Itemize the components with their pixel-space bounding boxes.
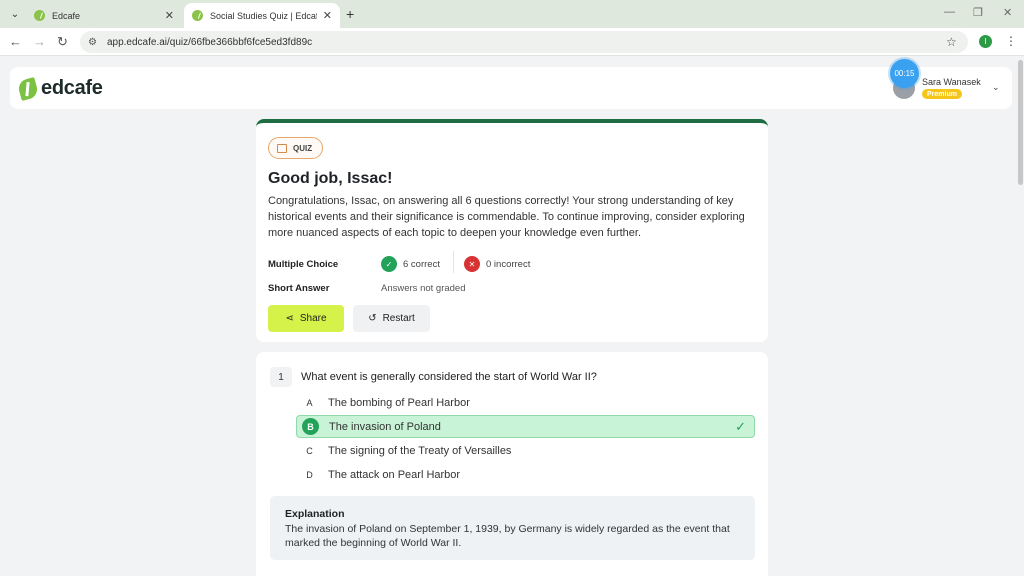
quiz-result-card: QUIZ Good job, Issac! Congratulations, I…	[256, 119, 768, 342]
incorrect-count: ✕ 0 incorrect	[464, 256, 530, 272]
option-text: The bombing of Pearl Harbor	[328, 396, 470, 409]
explanation-box: Explanation The invasion of Poland on Se…	[270, 496, 755, 560]
x-circle-icon: ✕	[464, 256, 480, 272]
edcafe-favicon-icon	[34, 10, 45, 21]
edcafe-logo[interactable]: edcafe	[16, 76, 103, 101]
browser-tab-bar: ⌄ Edcafe ✕ Social Studies Quiz | Edcafe …	[0, 0, 1024, 28]
tab-title: Edcafe	[52, 10, 81, 21]
minimize-icon[interactable]: —	[944, 6, 955, 18]
option-letter: C	[306, 445, 313, 456]
correct-count-text: 6 correct	[403, 258, 440, 270]
back-arrow-icon[interactable]: ←	[9, 34, 22, 49]
reload-icon[interactable]: ↻	[57, 34, 68, 50]
multiple-choice-label: Multiple Choice	[268, 259, 339, 270]
quiz-book-icon	[277, 143, 287, 153]
restart-label: Restart	[382, 313, 415, 324]
question-text: What event is generally considered the s…	[301, 371, 597, 383]
question-number: 1	[270, 367, 292, 387]
edcafe-leaf-icon	[16, 76, 40, 101]
close-tab-icon[interactable]: ✕	[323, 9, 332, 22]
url-text: app.edcafe.ai/quiz/66fbe366bbf6fce5ed3fd…	[106, 36, 313, 48]
option-letter: B	[302, 418, 319, 435]
answer-option-a[interactable]: A The bombing of Pearl Harbor	[296, 391, 755, 414]
browser-toolbar: ← → ↻ ⚙ app.edcafe.ai/quiz/66fbe366bbf6f…	[0, 28, 1024, 56]
answer-option-b[interactable]: B The invasion of Poland ✓	[296, 415, 755, 438]
restart-icon: ↺	[368, 313, 377, 324]
tab-search-chevron-icon[interactable]: ⌄	[6, 5, 24, 23]
short-answer-status: Answers not graded	[381, 283, 466, 294]
share-button[interactable]: ⋖ Share	[268, 305, 344, 332]
option-text: The invasion of Poland	[329, 420, 441, 433]
answer-option-d[interactable]: D The attack on Pearl Harbor	[296, 463, 755, 486]
profile-avatar[interactable]: I	[979, 35, 992, 48]
new-tab-plus-icon[interactable]: +	[346, 6, 354, 22]
site-settings-icon[interactable]: ⚙	[88, 37, 97, 48]
share-label: Share	[299, 313, 327, 324]
check-circle-icon: ✓	[381, 256, 397, 272]
stat-divider	[453, 251, 454, 273]
browser-tab-quiz[interactable]: Social Studies Quiz | Edcafe Qu ✕	[184, 3, 340, 28]
result-title: Good job, Issac!	[268, 170, 393, 187]
option-text: The signing of the Treaty of Versailles	[328, 444, 512, 457]
answer-option-c[interactable]: C The signing of the Treaty of Versaille…	[296, 439, 755, 462]
tab-title: Social Studies Quiz | Edcafe Qu	[210, 10, 317, 21]
restore-icon[interactable]: ❐	[973, 6, 983, 19]
short-answer-label: Short Answer	[268, 283, 330, 294]
quiz-badge-label: QUIZ	[293, 143, 313, 153]
user-name[interactable]: Sara Wanasek	[922, 77, 981, 87]
explanation-title: Explanation	[285, 508, 345, 520]
quiz-badge: QUIZ	[268, 137, 324, 159]
address-bar[interactable]: ⚙ app.edcafe.ai/quiz/66fbe366bbf6fce5ed3…	[80, 31, 968, 53]
browser-tab-edcafe[interactable]: Edcafe ✕	[26, 3, 182, 28]
page-scrollbar[interactable]	[1018, 60, 1023, 185]
option-letter: A	[306, 397, 313, 408]
incorrect-count-text: 0 incorrect	[486, 258, 531, 270]
premium-badge: Premium	[922, 89, 962, 99]
question-card: 1 What event is generally considered the…	[256, 352, 768, 576]
logo-text: edcafe	[41, 77, 103, 99]
correct-count: ✓ 6 correct	[381, 256, 440, 272]
explanation-text: The invasion of Poland on September 1, 1…	[285, 523, 730, 549]
restart-button[interactable]: ↺ Restart	[353, 305, 430, 332]
option-letter: D	[306, 469, 313, 480]
checkmark-icon: ✓	[735, 419, 746, 434]
browser-menu-icon[interactable]: ⋮	[1005, 34, 1017, 48]
close-window-icon[interactable]: ✕	[1003, 6, 1012, 19]
app-header: edcafe 00:15 Sara Wanasek Premium ⌄	[10, 59, 1012, 109]
forward-arrow-icon[interactable]: →	[33, 34, 46, 49]
result-feedback: Congratulations, Issac, on answering all…	[268, 195, 745, 239]
option-text: The attack on Pearl Harbor	[328, 468, 461, 481]
timer-badge: 00:15	[890, 59, 919, 88]
share-icon: ⋖	[285, 313, 294, 324]
chevron-down-icon[interactable]: ⌄	[992, 82, 1000, 93]
close-tab-icon[interactable]: ✕	[165, 9, 174, 22]
edcafe-favicon-icon	[192, 10, 203, 21]
bookmark-star-icon[interactable]: ☆	[946, 35, 957, 49]
